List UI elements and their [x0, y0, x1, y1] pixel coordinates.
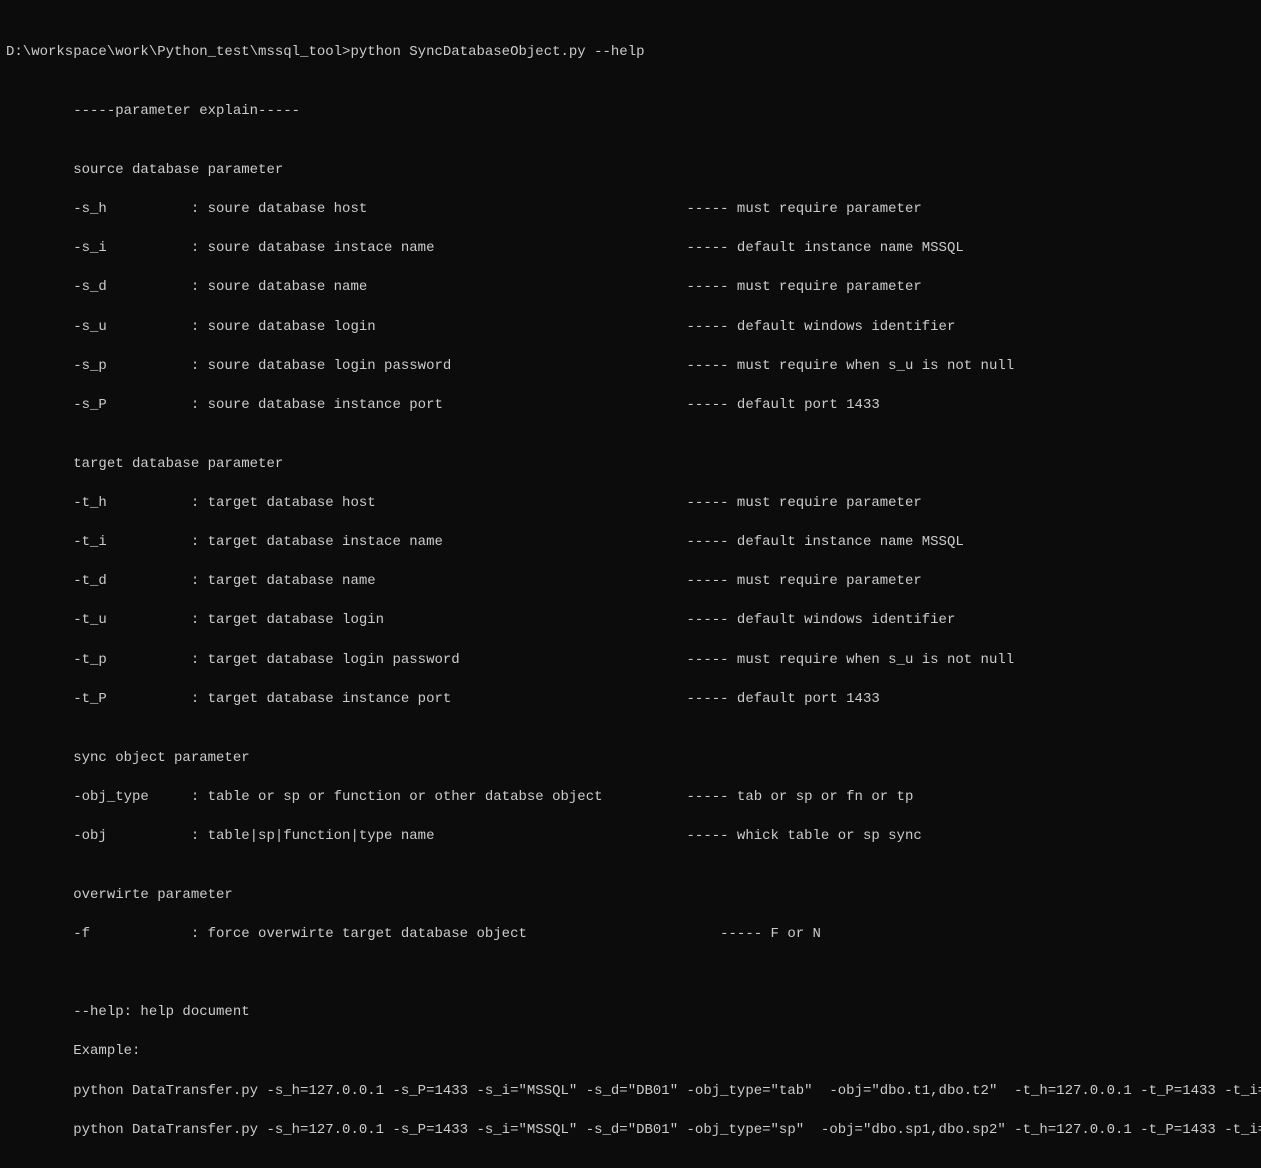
- param-line: -s_h : soure database host ----- must re…: [6, 200, 1255, 220]
- help-line: --help: help document: [6, 1003, 1255, 1023]
- overwrite-title: overwirte parameter: [6, 886, 1255, 906]
- param-line: -obj_type : table or sp or function or o…: [6, 788, 1255, 808]
- param-line: -s_p : soure database login password ---…: [6, 357, 1255, 377]
- param-line: -s_i : soure database instace name -----…: [6, 239, 1255, 259]
- sync-title: sync object parameter: [6, 749, 1255, 769]
- param-line: -t_d : target database name ----- must r…: [6, 572, 1255, 592]
- param-line: -obj : table|sp|function|type name -----…: [6, 827, 1255, 847]
- prompt-line: D:\workspace\work\Python_test\mssql_tool…: [6, 43, 1255, 63]
- param-line: -s_u : soure database login ----- defaul…: [6, 318, 1255, 338]
- example-line: python DataTransfer.py -s_h=127.0.0.1 -s…: [6, 1082, 1255, 1102]
- param-line: -s_d : soure database name ----- must re…: [6, 278, 1255, 298]
- target-title: target database parameter: [6, 455, 1255, 475]
- section-header: -----parameter explain-----: [6, 102, 1255, 122]
- param-line: -s_P : soure database instance port ----…: [6, 396, 1255, 416]
- param-line: -f : force overwirte target database obj…: [6, 925, 1255, 945]
- param-line: -t_P : target database instance port ---…: [6, 690, 1255, 710]
- param-line: -t_i : target database instace name ----…: [6, 533, 1255, 553]
- example-line: python DataTransfer.py -s_h=127.0.0.1 -s…: [6, 1121, 1255, 1141]
- param-line: -t_p : target database login password --…: [6, 651, 1255, 671]
- example-title: Example:: [6, 1042, 1255, 1062]
- param-line: -t_h : target database host ----- must r…: [6, 494, 1255, 514]
- param-line: -t_u : target database login ----- defau…: [6, 611, 1255, 631]
- source-title: source database parameter: [6, 161, 1255, 181]
